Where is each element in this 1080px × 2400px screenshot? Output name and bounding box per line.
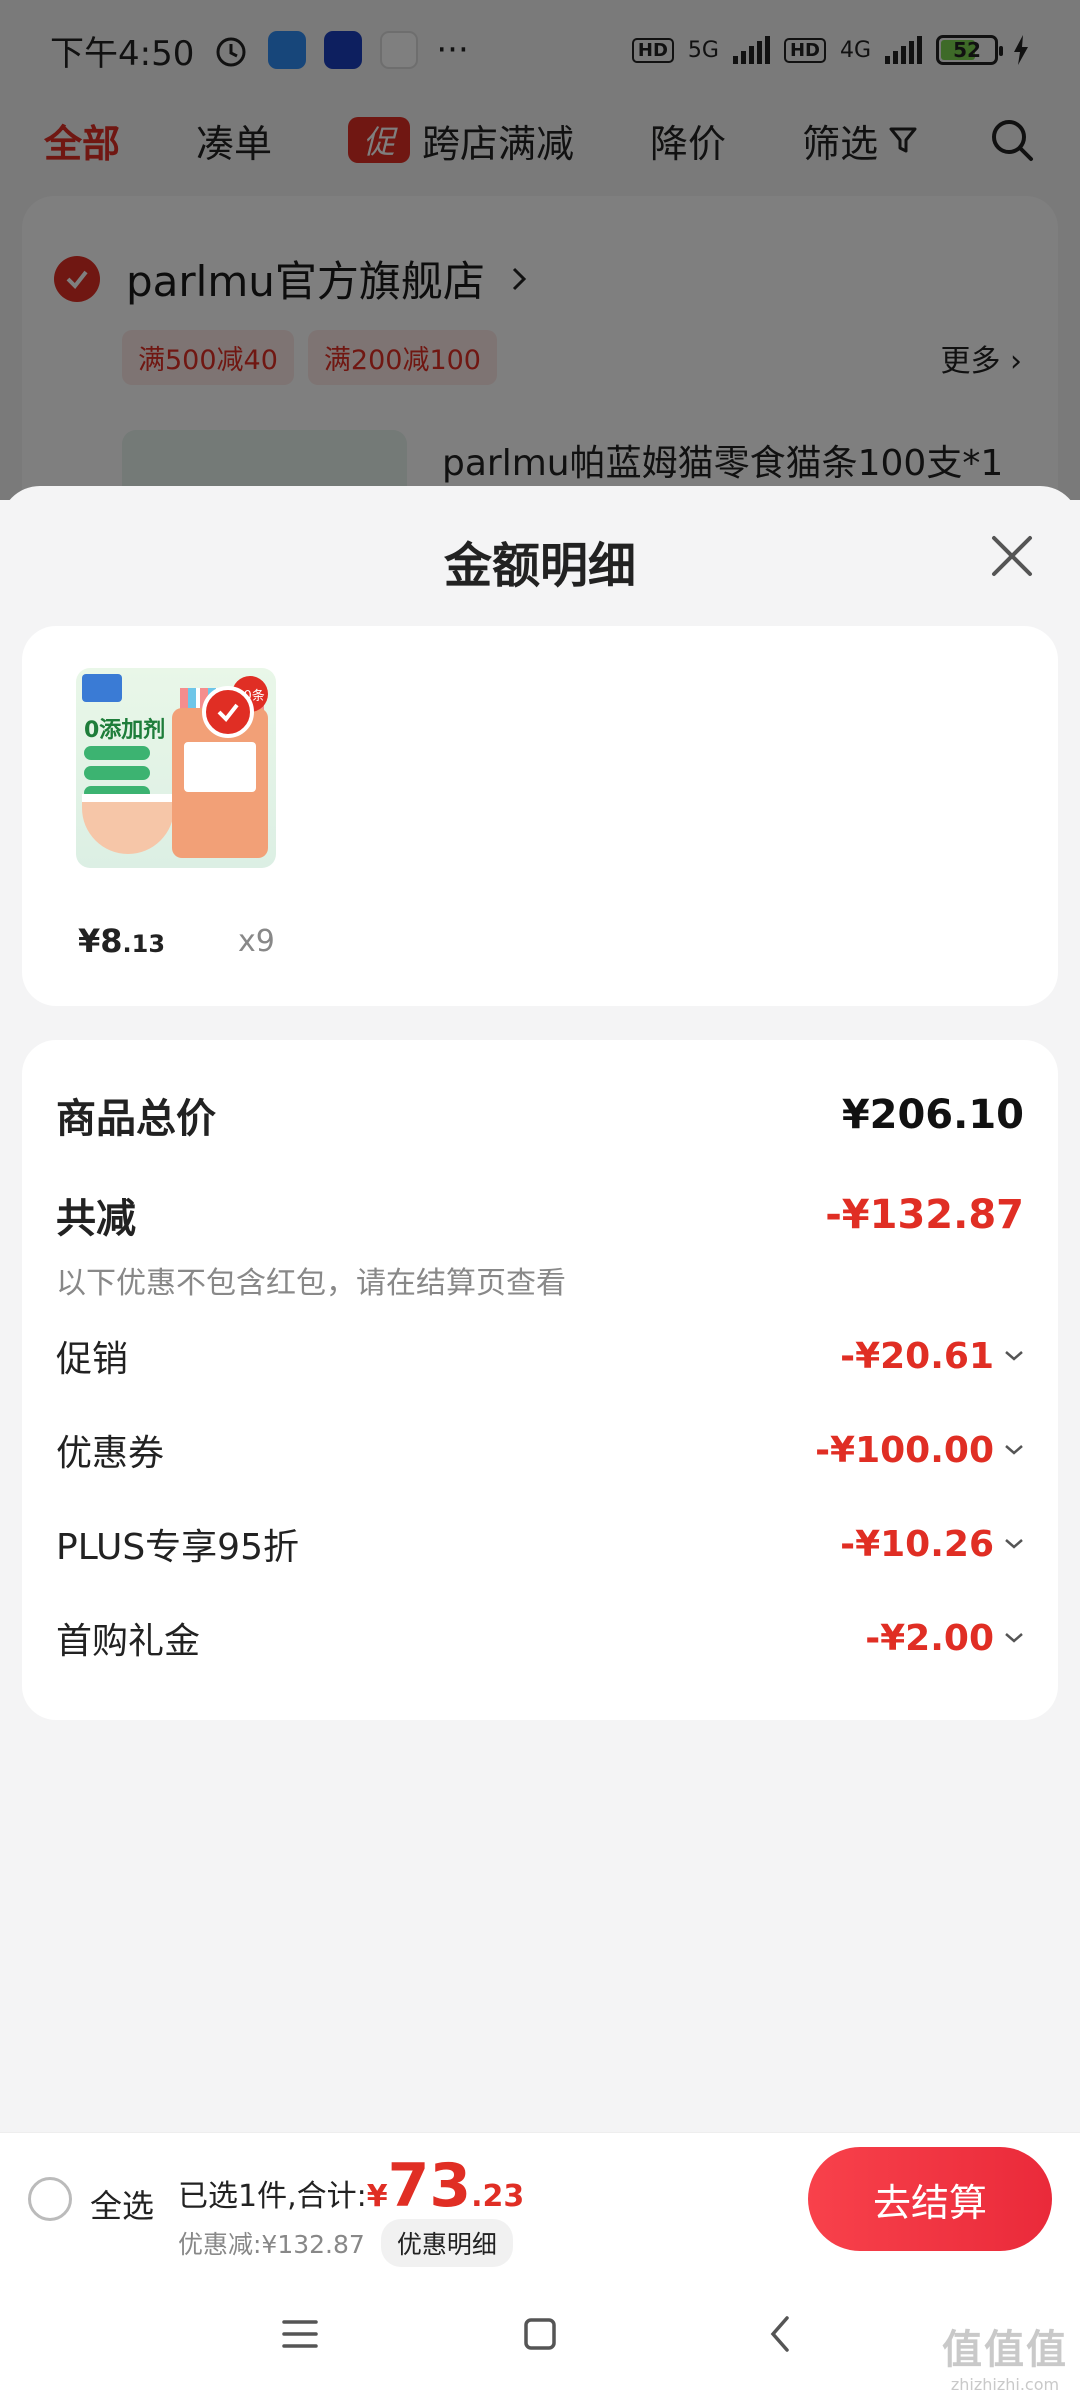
item-price: ¥8.13 bbox=[78, 922, 166, 960]
discount-label: 首购礼金 bbox=[56, 1621, 201, 1662]
sheet-title: 金额明细 bbox=[443, 538, 636, 594]
checkout-bar: 全选 已选1件,合计: ¥ 73 .23 优惠减:¥132.87 优惠明细 去结… bbox=[0, 2132, 1080, 2268]
discount-row[interactable]: 促销 -¥20.61 bbox=[56, 1330, 1024, 1382]
checkout-button[interactable]: 去结算 bbox=[808, 2147, 1052, 2251]
total-integer: 73 bbox=[387, 2151, 472, 2221]
watermark-logo: 值值值 bbox=[942, 2327, 1068, 2373]
discount-value: -¥20.61 bbox=[840, 1335, 994, 1377]
discount-row[interactable]: 优惠券 -¥100.00 bbox=[56, 1424, 1024, 1476]
discount-label: 促销 bbox=[56, 1339, 129, 1380]
items-card: 0添加剂 60条 ¥8.13 x9 bbox=[22, 626, 1058, 1006]
system-nav-bar bbox=[0, 2268, 1080, 2400]
chevron-down-icon bbox=[1005, 1351, 1023, 1361]
total-yen: ¥ bbox=[366, 2179, 388, 2214]
back-button[interactable] bbox=[750, 2304, 810, 2364]
discount-label: 优惠券 bbox=[56, 1433, 165, 1474]
thumb-text: 0添加剂 bbox=[84, 718, 166, 743]
chevron-down-icon bbox=[1005, 1633, 1023, 1643]
discount-total: 优惠减:¥132.87 bbox=[178, 2230, 365, 2259]
dim-overlay[interactable] bbox=[0, 0, 1080, 500]
discount-value: -¥2.00 bbox=[865, 1617, 994, 1659]
total-row: 商品总价 ¥206.10 bbox=[56, 1086, 1024, 1144]
discount-value: -¥10.26 bbox=[840, 1523, 994, 1565]
back-icon bbox=[770, 2316, 789, 2352]
reduce-label: 共减 bbox=[56, 1196, 136, 1242]
watermark: 值值值 zhizhizhi.com bbox=[942, 2317, 1068, 2394]
menu-button[interactable] bbox=[270, 2304, 330, 2364]
total-decimal: .23 bbox=[471, 2179, 525, 2214]
select-all-radio[interactable] bbox=[28, 2177, 72, 2221]
home-button[interactable] bbox=[510, 2304, 570, 2364]
home-icon bbox=[524, 2318, 556, 2350]
reduce-row: 共减 -¥132.87 bbox=[56, 1186, 1024, 1244]
item-quantity: x9 bbox=[238, 924, 275, 959]
select-all-label[interactable]: 全选 bbox=[90, 2181, 154, 2227]
total-value: ¥206.10 bbox=[841, 1092, 1024, 1138]
discount-note: 以下优惠不包含红包，请在结算页查看 bbox=[56, 1266, 566, 1301]
close-icon[interactable] bbox=[988, 532, 1036, 580]
selected-check-icon bbox=[202, 686, 254, 738]
chevron-down-icon bbox=[1005, 1445, 1023, 1455]
product-image[interactable]: 0添加剂 60条 bbox=[76, 668, 276, 868]
amount-detail-sheet: 金额明细 0添加剂 60条 ¥8.13 x9 商品总价 ¥206.10 共减 -… bbox=[0, 486, 1080, 2132]
discount-label: PLUS专享95折 bbox=[56, 1527, 299, 1568]
total-line: 已选1件,合计: ¥ 73 .23 bbox=[178, 2151, 524, 2221]
discount-value: -¥100.00 bbox=[815, 1429, 994, 1471]
watermark-url: zhizhizhi.com bbox=[950, 2375, 1060, 2394]
chevron-down-icon bbox=[1005, 1539, 1023, 1549]
summary-card: 商品总价 ¥206.10 共减 -¥132.87 以下优惠不包含红包，请在结算页… bbox=[22, 1040, 1058, 1720]
discount-row[interactable]: PLUS专享95折 -¥10.26 bbox=[56, 1518, 1024, 1570]
discount-detail-button[interactable]: 优惠明细 bbox=[380, 2219, 513, 2267]
selected-count: 已选1件,合计: bbox=[178, 2179, 367, 2214]
discount-row[interactable]: 首购礼金 -¥2.00 bbox=[56, 1612, 1024, 1664]
reduce-value: -¥132.87 bbox=[825, 1192, 1024, 1238]
menu-icon bbox=[282, 2320, 318, 2348]
total-label: 商品总价 bbox=[56, 1096, 216, 1142]
